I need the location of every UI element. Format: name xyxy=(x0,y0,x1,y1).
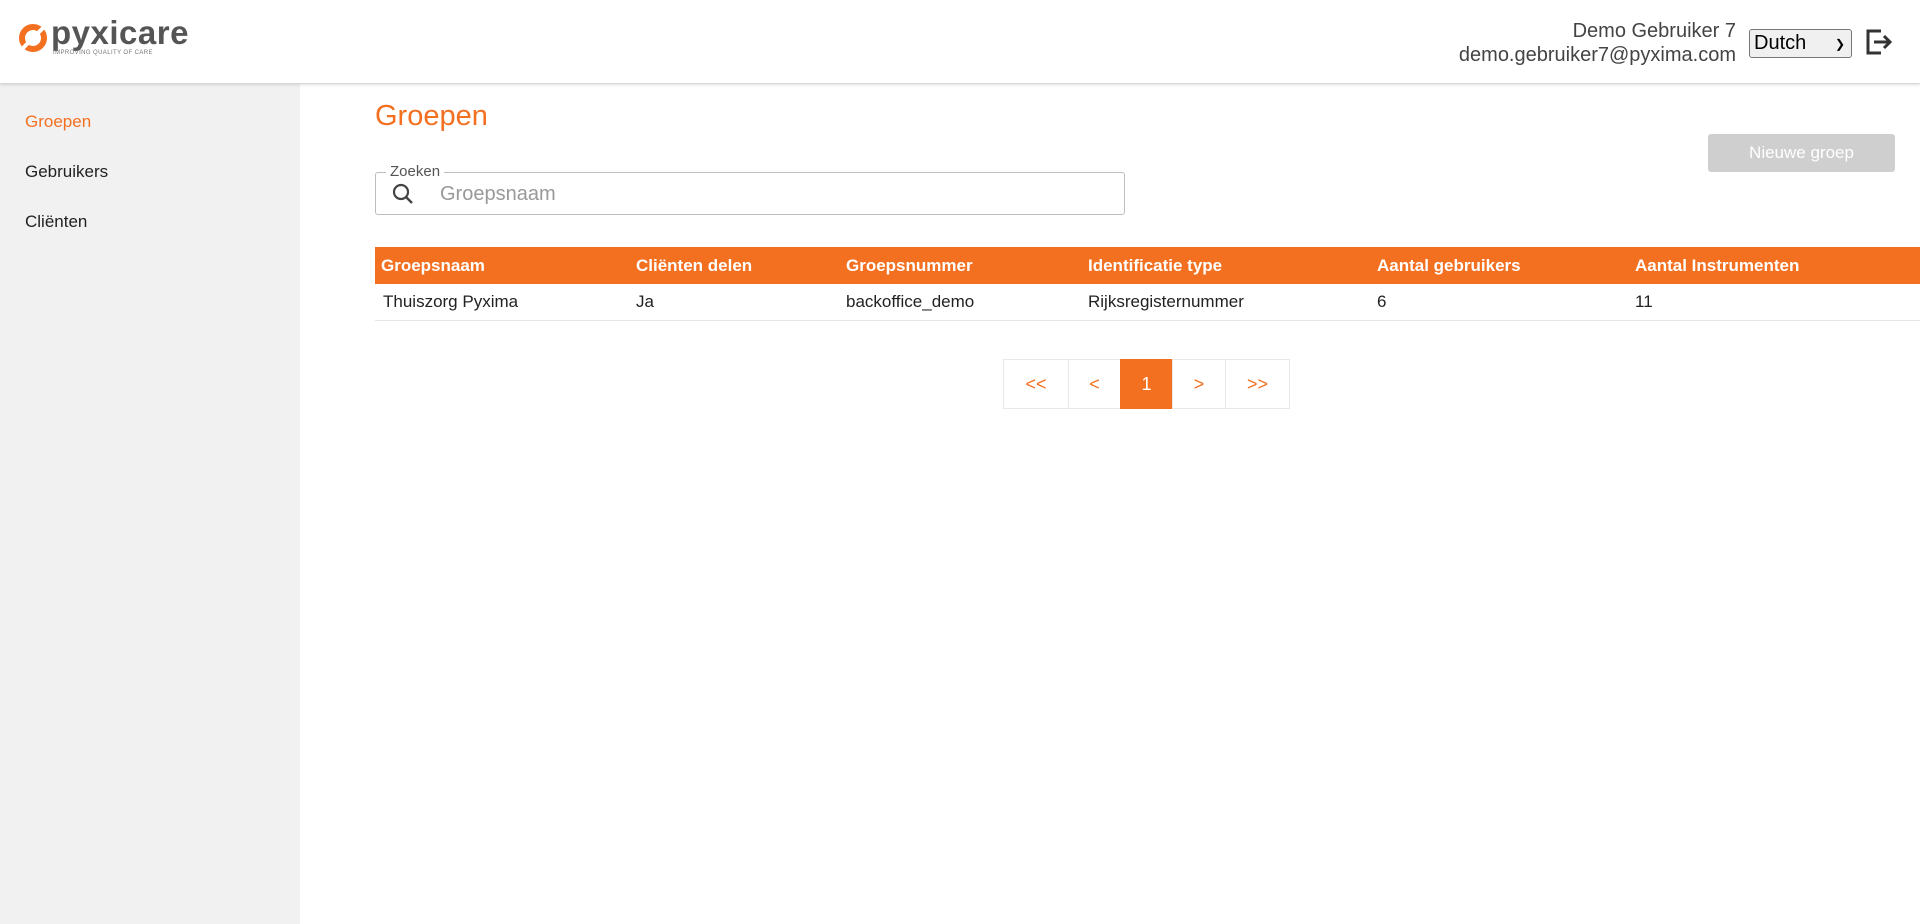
current-page-button[interactable]: 1 xyxy=(1120,359,1173,409)
chevron-down-icon: ❯ xyxy=(1834,36,1845,51)
cell-aantal-gebruikers: 6 xyxy=(1377,292,1387,311)
logo-tagline: IMPROVING QUALITY OF CARE xyxy=(53,50,153,56)
search-legend: Zoeken xyxy=(386,163,445,180)
search-input[interactable] xyxy=(440,181,1110,207)
language-select[interactable]: Dutch ❯ xyxy=(1749,29,1852,58)
first-page-button[interactable]: << xyxy=(1003,359,1069,409)
next-page-button[interactable]: > xyxy=(1172,359,1226,409)
language-value: Dutch xyxy=(1754,32,1807,54)
table-row[interactable]: Thuiszorg Pyxima Ja backoffice_demo Rijk… xyxy=(375,284,1920,321)
pyxicare-logo[interactable]: pyxicare IMPROVING QUALITY OF CARE xyxy=(18,14,189,58)
cell-groepsnaam: Thuiszorg Pyxima xyxy=(383,292,519,311)
column-header-groepsnummer[interactable]: Groepsnummer xyxy=(839,256,1081,276)
sidebar-item-gebruikers[interactable]: Gebruikers xyxy=(25,162,108,182)
column-header-identificatie-type[interactable]: Identificatie type xyxy=(1081,256,1370,276)
user-info: Demo Gebruiker 7 demo.gebruiker7@pyxima.… xyxy=(1459,19,1736,67)
logout-icon[interactable] xyxy=(1864,28,1894,56)
column-header-groepsnaam[interactable]: Groepsnaam xyxy=(375,256,629,276)
column-header-aantal-instrumenten[interactable]: Aantal Instrumenten xyxy=(1628,256,1920,276)
sidebar: Groepen Gebruikers Cliënten xyxy=(0,84,300,924)
new-group-button[interactable]: Nieuwe groep xyxy=(1708,134,1895,172)
page-title: Groepen xyxy=(375,100,488,132)
cell-identificatie-type: Rijksregisternummer xyxy=(1088,292,1244,311)
search-icon xyxy=(392,183,413,204)
logo-mark-icon xyxy=(19,24,47,52)
sidebar-item-groepen[interactable]: Groepen xyxy=(25,112,91,132)
search-field[interactable]: Zoeken xyxy=(375,163,1125,215)
logo-wordmark: pyxicare xyxy=(51,14,189,51)
cell-aantal-instrumenten: 11 xyxy=(1635,292,1653,311)
top-header: pyxicare IMPROVING QUALITY OF CARE Demo … xyxy=(0,0,1920,84)
table-header: Groepsnaam Cliënten delen Groepsnummer I… xyxy=(375,247,1920,284)
column-header-clienten-delen[interactable]: Cliënten delen xyxy=(629,256,839,276)
groups-table: Groepsnaam Cliënten delen Groepsnummer I… xyxy=(375,247,1920,321)
user-email: demo.gebruiker7@pyxima.com xyxy=(1458,44,1736,66)
cell-clienten-delen: Ja xyxy=(636,292,654,311)
cell-groepsnummer: backoffice_demo xyxy=(846,292,975,311)
sidebar-item-clienten[interactable]: Cliënten xyxy=(25,212,87,232)
column-header-aantal-gebruikers[interactable]: Aantal gebruikers xyxy=(1370,256,1628,276)
last-page-button[interactable]: >> xyxy=(1225,359,1290,409)
user-name: Demo Gebruiker 7 xyxy=(1572,20,1736,42)
previous-page-button[interactable]: < xyxy=(1068,359,1121,409)
pagination: << < 1 > >> xyxy=(1003,359,1290,409)
